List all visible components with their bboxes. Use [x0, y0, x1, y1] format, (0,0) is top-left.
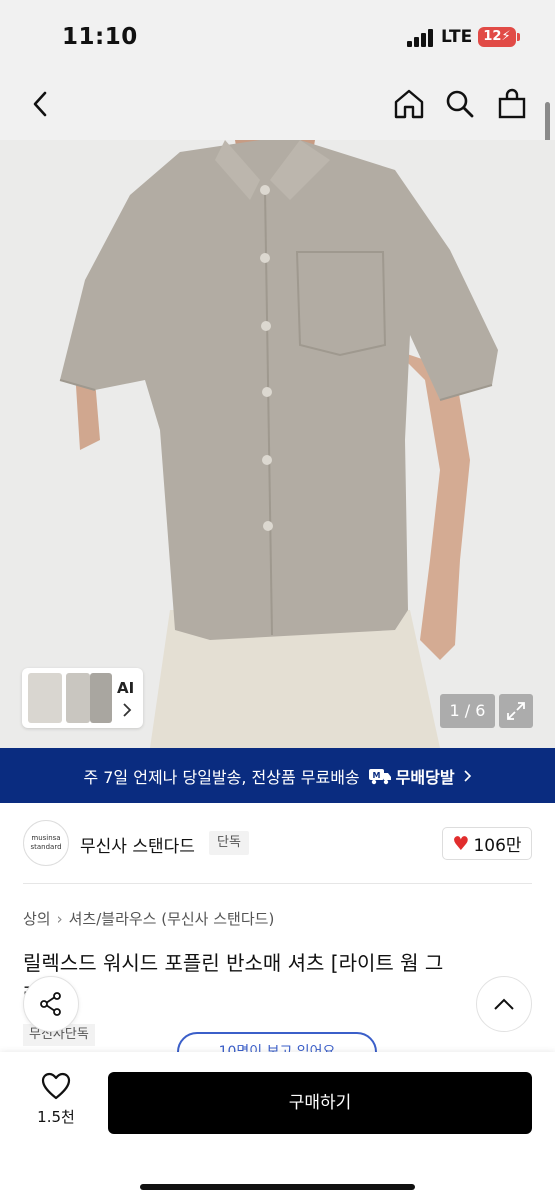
- banner-brand-mark: 무배당발: [395, 767, 455, 787]
- product-image[interactable]: [0, 140, 555, 748]
- product-title: 릴렉스드 워시드 포플린 반소매 셔츠 [라이트 웜 그: [23, 951, 444, 975]
- status-bar: 11:10 LTE 12⚡: [0, 0, 555, 72]
- top-nav: [0, 72, 555, 140]
- bag-icon: [498, 88, 526, 119]
- battery-level: 12: [483, 29, 502, 44]
- scroll-top-button[interactable]: [476, 976, 532, 1032]
- search-icon: [446, 90, 474, 118]
- back-icon: [33, 91, 47, 117]
- search-button[interactable]: [442, 86, 478, 122]
- breadcrumb-item[interactable]: 셔츠/블라우스 (무신사 스탠다드): [69, 908, 275, 929]
- breadcrumb: 상의 › 셔츠/블라우스 (무신사 스탠다드): [23, 908, 274, 929]
- share-icon: [40, 992, 61, 1016]
- buy-button[interactable]: 구매하기: [108, 1072, 532, 1134]
- status-time: 11:10: [62, 24, 138, 50]
- chevron-right-icon: [463, 769, 471, 782]
- chevron-right-icon: [123, 703, 132, 717]
- wishlist-button[interactable]: 1.5천: [26, 1072, 86, 1127]
- heart-icon: ♥: [452, 832, 470, 855]
- chevron-right-icon: ›: [56, 909, 63, 928]
- brand-logo-line2: standard: [30, 843, 62, 851]
- signal-icon: [407, 29, 437, 47]
- like-button[interactable]: ♥ 106만: [442, 827, 532, 860]
- free-delivery-badge: M 무배당발: [368, 764, 455, 788]
- heart-icon: [41, 1072, 71, 1100]
- thumbnail-strip[interactable]: AI: [22, 668, 143, 728]
- delivery-truck-icon: M: [368, 768, 391, 784]
- expand-icon: [507, 702, 525, 720]
- wishlist-count: 1.5천: [37, 1108, 75, 1126]
- like-count: 106만: [473, 836, 522, 856]
- battery-icon: 12⚡: [478, 27, 520, 47]
- chevron-up-icon: [494, 998, 514, 1010]
- network-label: LTE: [441, 27, 473, 47]
- ai-label: AI: [117, 679, 135, 697]
- brand-name[interactable]: 무신사 스탠다드: [80, 832, 195, 857]
- back-button[interactable]: [22, 86, 58, 122]
- share-button[interactable]: [23, 976, 79, 1032]
- brand-badge: 단독: [209, 831, 249, 855]
- thumbnail-1[interactable]: [28, 673, 62, 723]
- expand-button[interactable]: [499, 694, 533, 728]
- thumbnail-2[interactable]: [66, 673, 90, 723]
- brand-logo[interactable]: musinsa standard: [23, 820, 69, 866]
- product-photo: [0, 140, 555, 748]
- delivery-banner[interactable]: 주 7일 언제나 당일발송, 전상품 무료배송 M 무배당발: [0, 748, 555, 803]
- banner-text: 주 7일 언제나 당일발송, 전상품 무료배송: [83, 767, 360, 787]
- brand-logo-line1: musinsa: [31, 834, 61, 842]
- home-button[interactable]: [391, 86, 427, 122]
- divider: [23, 883, 532, 884]
- image-counter: 1 / 6: [440, 694, 495, 728]
- bottom-bar: 1.5천 구매하기: [0, 1052, 555, 1200]
- thumbnail-3[interactable]: [90, 673, 112, 723]
- home-icon: [394, 89, 424, 119]
- svg-text:M: M: [372, 771, 380, 780]
- home-indicator: [140, 1184, 415, 1190]
- cart-button[interactable]: [494, 86, 530, 122]
- breadcrumb-item[interactable]: 상의: [23, 908, 51, 929]
